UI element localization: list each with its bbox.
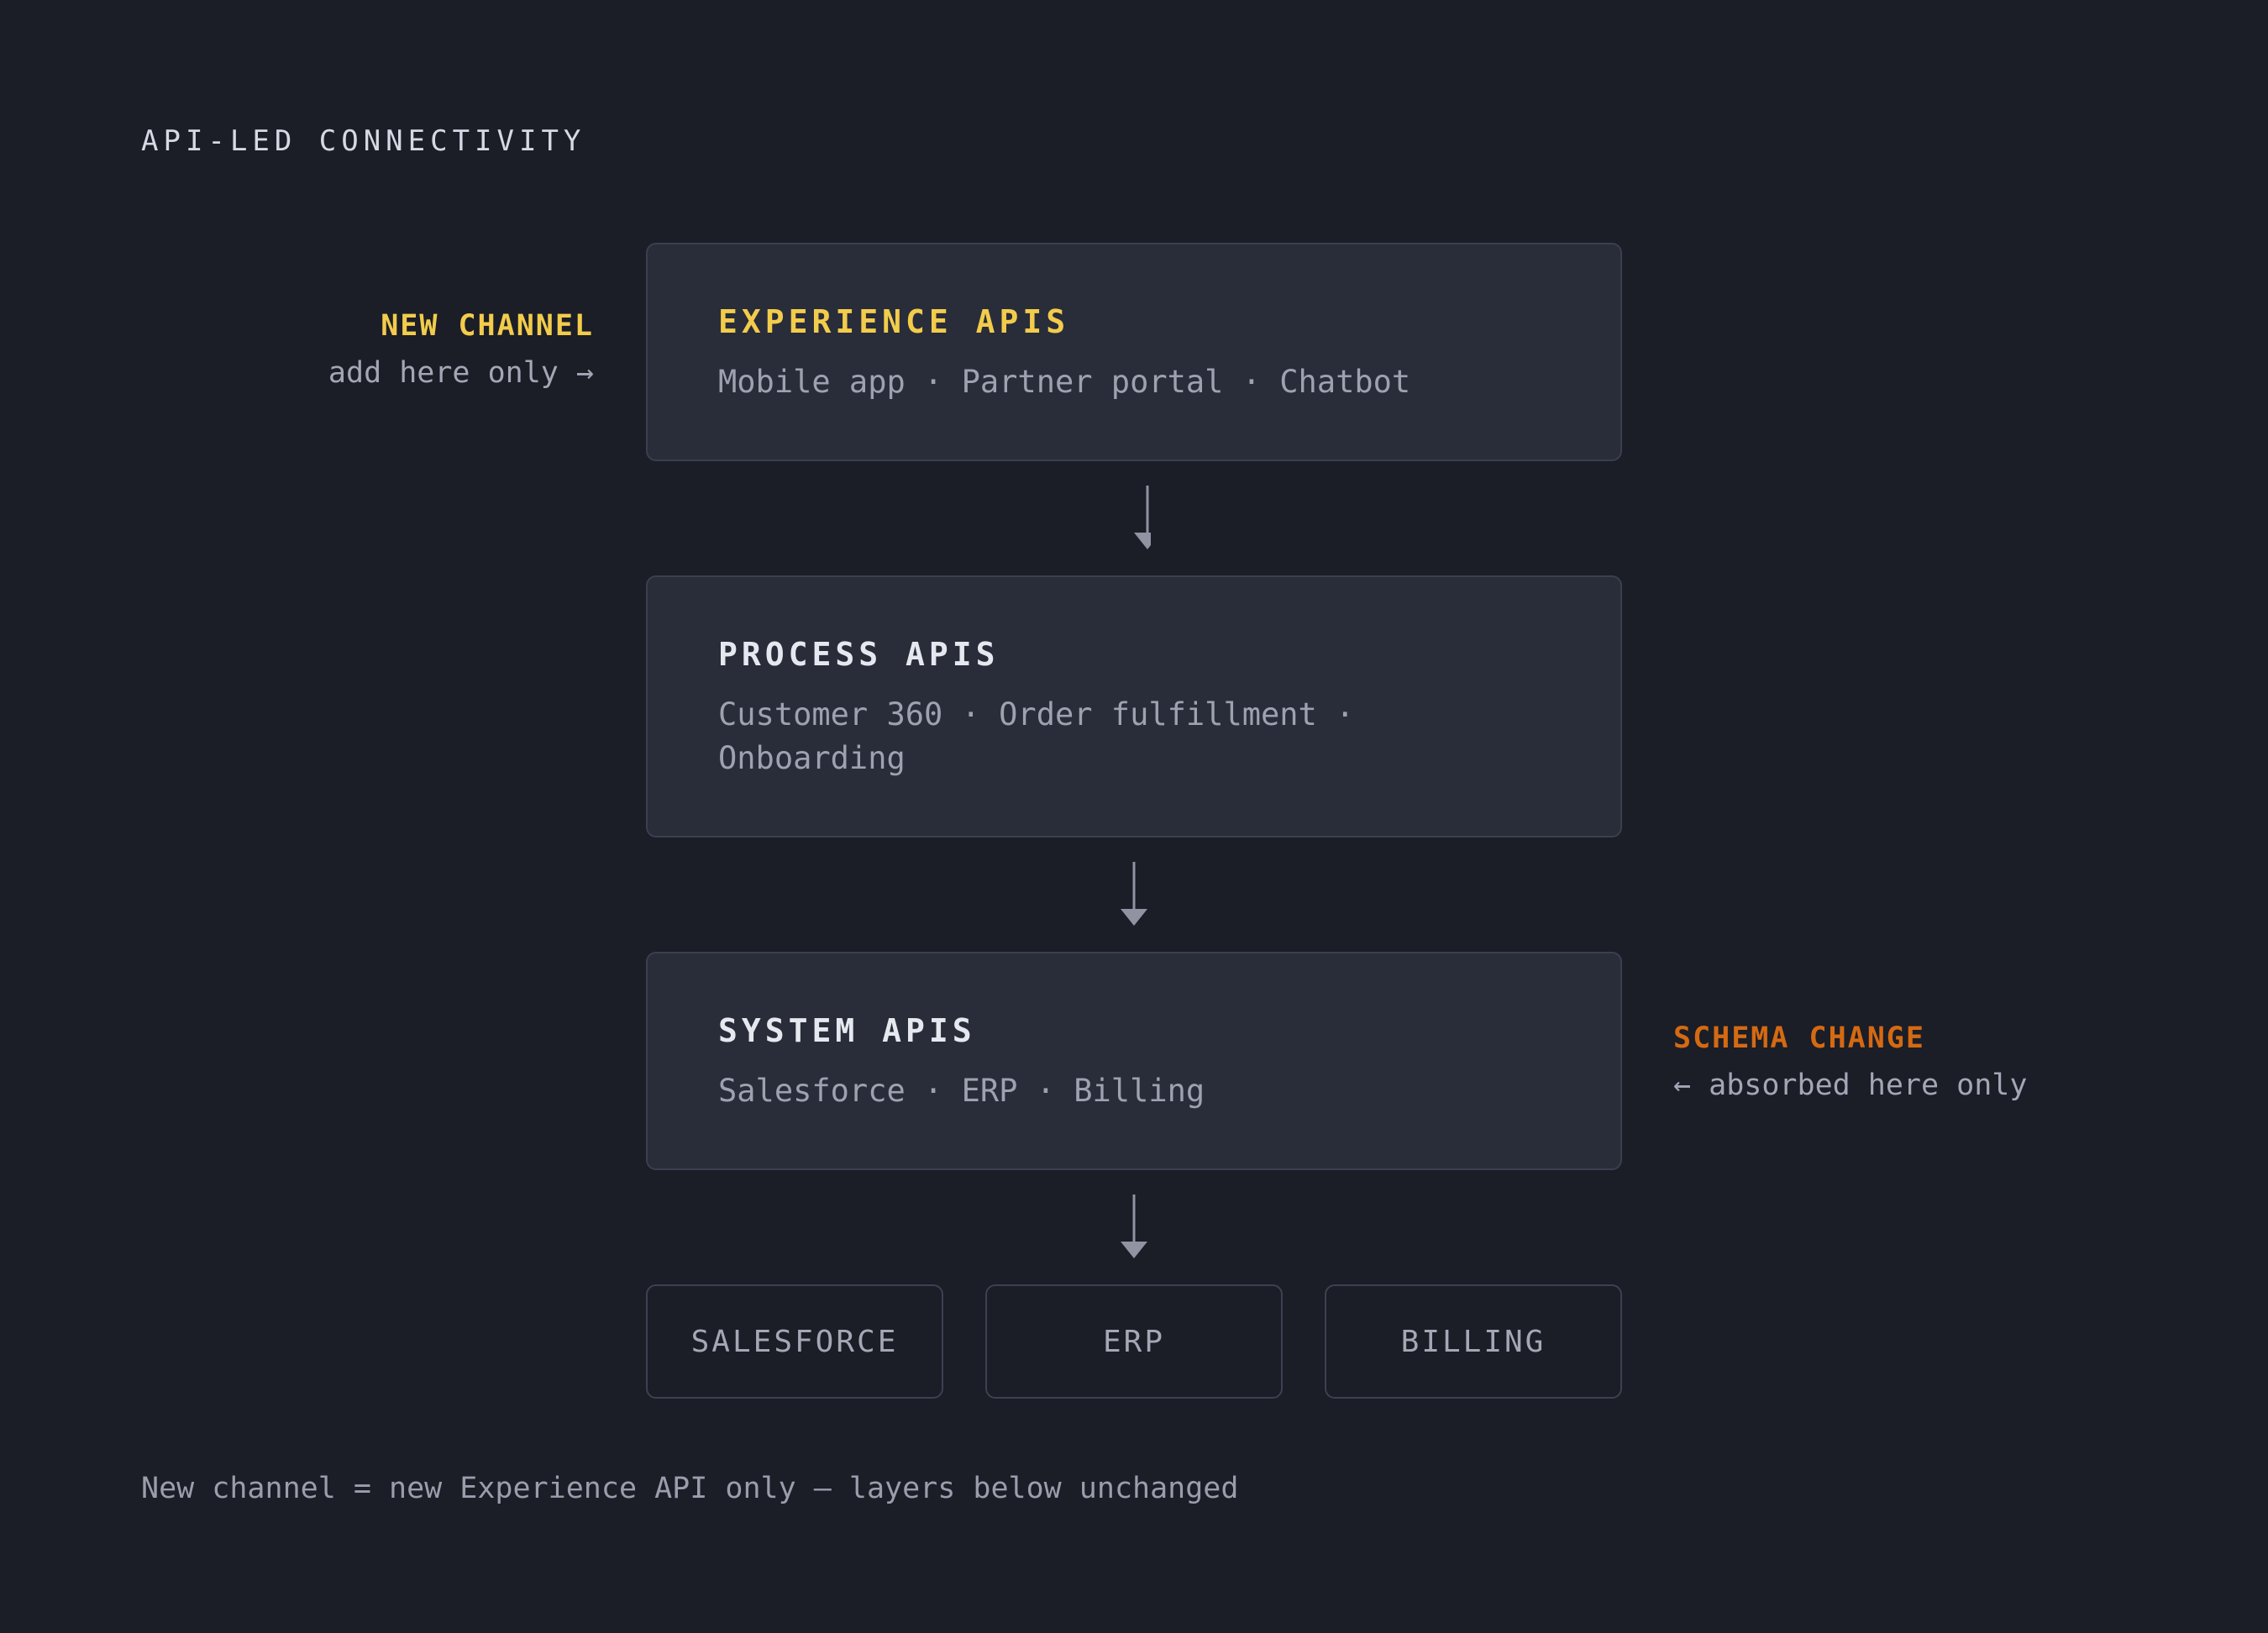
arrow-down-icon (1134, 486, 1151, 549)
layer-title: SYSTEM APIS (718, 1012, 976, 1049)
layer-items: Mobile app · Partner portal · Chatbot (718, 364, 1411, 400)
new-channel-label: NEW CHANNEL (381, 309, 594, 343)
system-apis-layer: SYSTEM APIS Salesforce · ERP · Billing (646, 952, 1622, 1170)
layer-title: PROCESS APIS (718, 636, 1000, 673)
process-apis-layer: PROCESS APIS Customer 360 · Order fulfil… (646, 575, 1622, 838)
new-channel-note: add here only → (328, 356, 594, 390)
arrow-down-icon (1121, 1195, 1147, 1258)
source-system-erp: ERP (985, 1284, 1283, 1399)
footer-note: New channel = new Experience API only — … (141, 1472, 1239, 1505)
layer-title: EXPERIENCE APIS (718, 303, 1070, 340)
experience-apis-layer: EXPERIENCE APIS Mobile app · Partner por… (646, 243, 1622, 461)
diagram-heading: API-LED CONNECTIVITY (141, 124, 586, 158)
layer-items: Salesforce · ERP · Billing (718, 1073, 1205, 1109)
schema-change-note: ← absorbed here only (1673, 1069, 2028, 1102)
arrow-down-icon (1121, 862, 1147, 926)
schema-change-label: SCHEMA CHANGE (1673, 1021, 1925, 1055)
source-system-billing: BILLING (1325, 1284, 1622, 1399)
layer-items: Customer 360 · Order fulfillment · Onboa… (718, 696, 1355, 776)
source-system-salesforce: SALESFORCE (646, 1284, 943, 1399)
